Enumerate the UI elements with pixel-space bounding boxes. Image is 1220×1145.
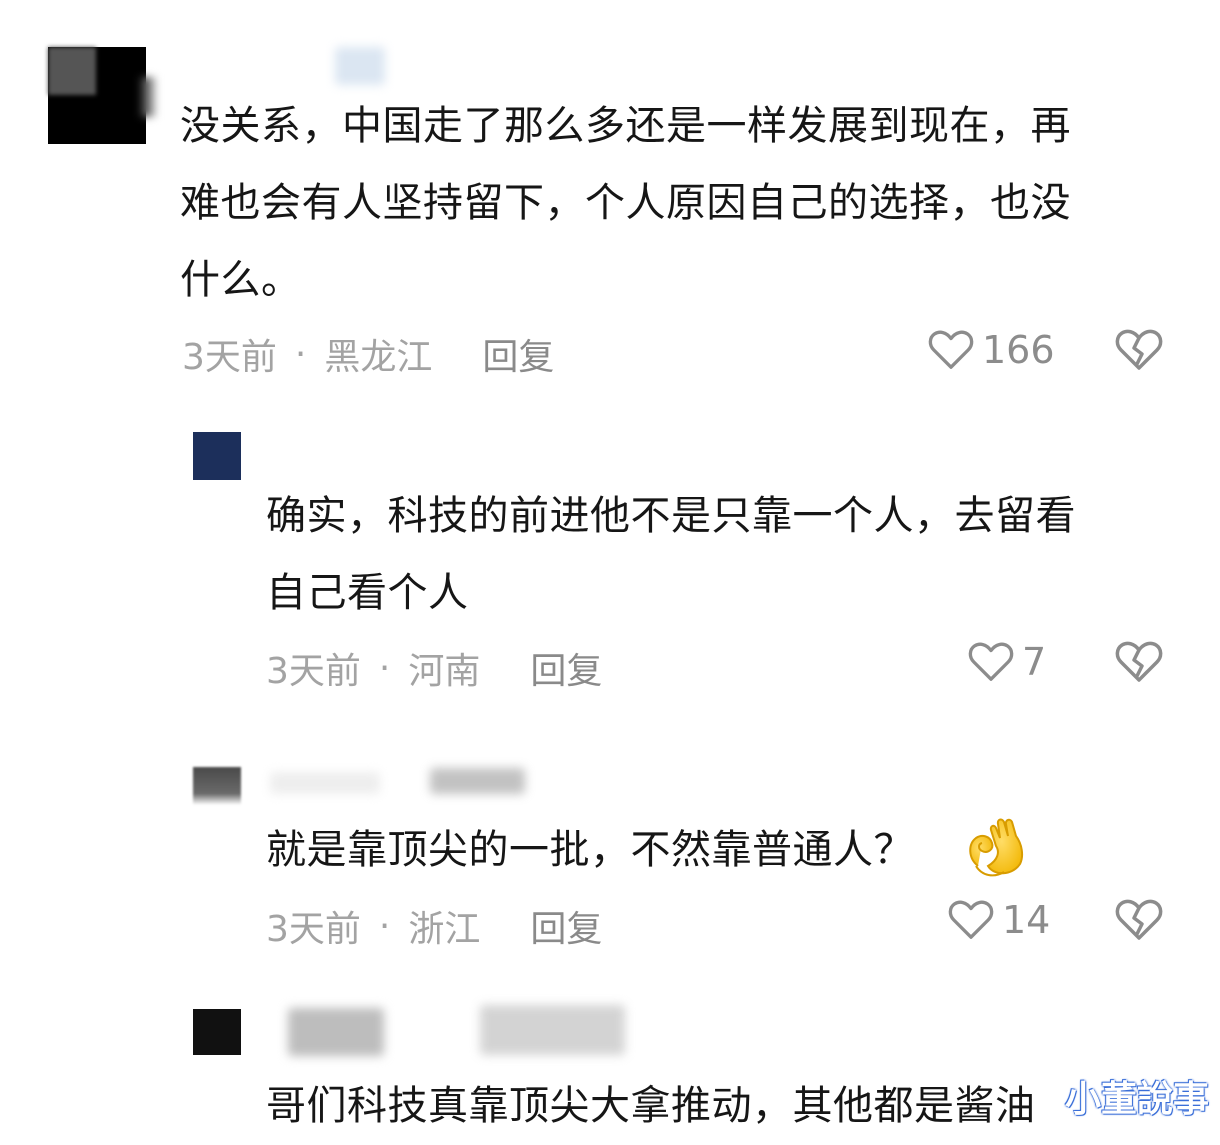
meta-separator: · (378, 647, 391, 689)
avatar[interactable] (48, 47, 146, 144)
username-redacted[interactable] (430, 768, 525, 794)
username-redacted[interactable] (270, 772, 380, 794)
like-button[interactable]: 166 (928, 328, 1055, 372)
heart-outline-icon (928, 330, 974, 369)
like-count: 7 (1022, 640, 1047, 684)
comment-text: 确实，科技的前进他不是只靠一个人，去留看 自己看个人 (266, 493, 1076, 616)
ok-hand-emoji (969, 818, 1024, 877)
reply-button[interactable]: 回复 (530, 642, 602, 694)
like-button[interactable]: 14 (948, 898, 1050, 942)
watermark: 小董說事 (1065, 1079, 1210, 1120)
comment-time: 3天前 (266, 909, 361, 950)
meta-separator: · (294, 333, 307, 375)
comment-text: 就是靠顶尖的一批，不然靠普通人？ (266, 827, 914, 873)
comment-text: 没关系，中国走了那么多还是一样发展到现在，再 难也会有人坚持留下，个人原因自己的… (180, 103, 1071, 303)
comment-meta: 3天前 · 黑龙江 回复 (182, 328, 554, 380)
comment-meta: 3天前 · 河南 回复 (266, 642, 602, 694)
avatar[interactable] (193, 1009, 241, 1055)
like-button[interactable]: 7 (968, 640, 1046, 684)
comment-meta: 3天前 · 浙江 回复 (266, 900, 602, 952)
comment-time: 3天前 (266, 651, 361, 692)
comment-location: 黑龙江 (324, 337, 433, 378)
like-count: 166 (982, 328, 1055, 372)
username-redacted[interactable] (288, 1008, 384, 1056)
avatar[interactable] (193, 767, 241, 805)
broken-heart-icon[interactable] (1115, 640, 1163, 684)
like-count: 14 (1002, 898, 1051, 942)
broken-heart-icon[interactable] (1115, 898, 1163, 942)
avatar[interactable] (193, 432, 241, 480)
comment-time: 3天前 (182, 337, 277, 378)
username-redacted[interactable] (480, 1005, 625, 1055)
heart-outline-icon (948, 900, 994, 939)
comment-location: 河南 (408, 651, 481, 692)
broken-heart-icon[interactable] (1115, 328, 1163, 372)
heart-outline-icon (968, 642, 1014, 681)
reply-button[interactable]: 回复 (482, 328, 554, 380)
meta-separator: · (378, 905, 391, 947)
comment-location: 浙江 (408, 909, 481, 950)
username-redacted[interactable] (335, 47, 385, 85)
comment-text: 哥们科技真靠顶尖大拿推动，其他都是酱油 (266, 1083, 1036, 1129)
reply-button[interactable]: 回复 (530, 900, 602, 952)
